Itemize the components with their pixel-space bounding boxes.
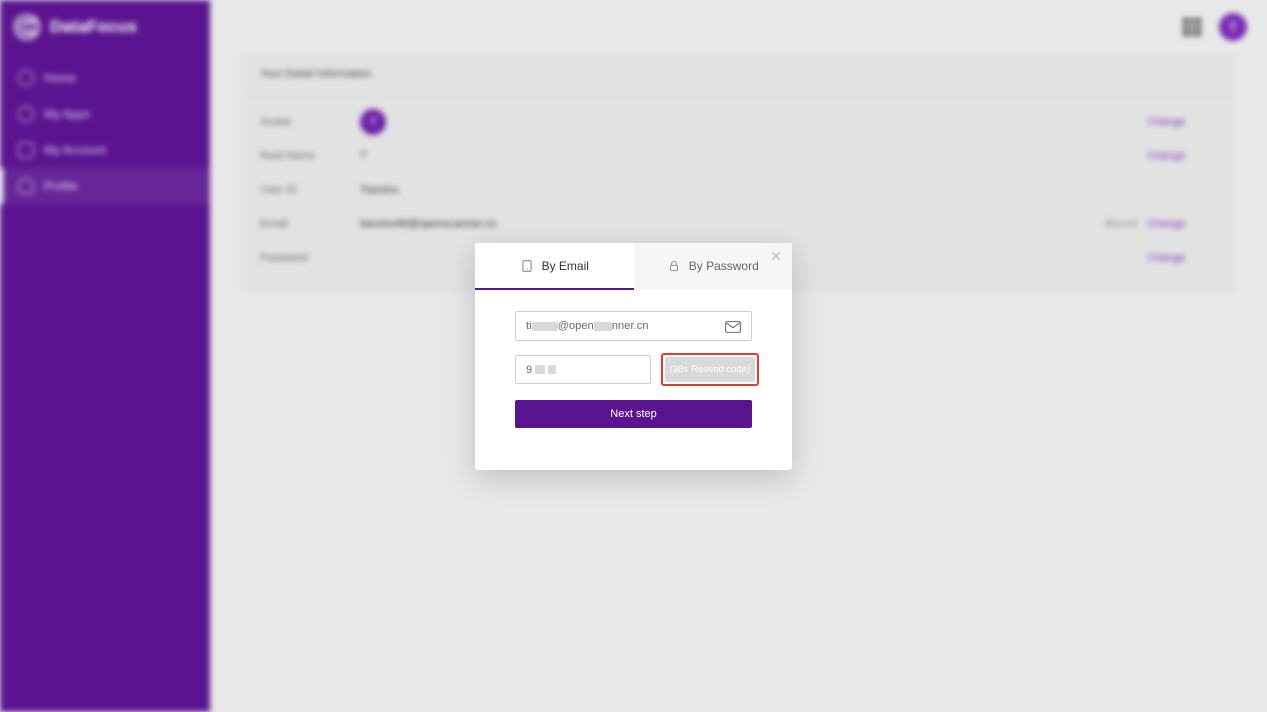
resend-highlight: (38s Resend code) [661, 353, 759, 386]
sidebar-item-label: Profile [44, 179, 78, 193]
home-icon [18, 70, 34, 86]
logo-icon [14, 14, 40, 40]
brand-name: DataFocus [50, 17, 137, 37]
sidebar-item-label: Home [44, 71, 76, 85]
sidebar-item-label: My Apps [44, 107, 90, 121]
sidebar-item-my-account[interactable]: My Account [0, 132, 210, 168]
tab-label: By Password [689, 259, 759, 273]
resend-code-button[interactable]: (38s Resend code) [665, 357, 755, 382]
row-label: Avatar [260, 116, 360, 128]
row-avatar: T [360, 109, 386, 135]
lock-icon [667, 259, 681, 273]
code-input[interactable]: 9 [515, 355, 651, 384]
row-label: Email [260, 218, 360, 230]
row-label: Real Name [260, 150, 360, 162]
sidebar: DataFocus Home My Apps My Account Profi [0, 0, 210, 712]
sidebar-item-profile[interactable]: Profile [0, 168, 210, 204]
row-label: Password [260, 252, 360, 264]
modal-tabs: By Email By Password [475, 243, 792, 289]
detail-row-realname: Real Name T Change [260, 139, 1217, 173]
email-tab-icon [520, 259, 534, 273]
mail-icon [725, 320, 741, 332]
row-value: tianshu98@openscanner.cn [360, 218, 1057, 230]
profile-icon [18, 178, 34, 194]
account-icon [18, 142, 34, 158]
next-step-button[interactable]: Next step [515, 400, 752, 428]
sidebar-item-my-apps[interactable]: My Apps [0, 96, 210, 132]
sidebar-nav: Home My Apps My Account Profile [0, 60, 210, 204]
sidebar-item-label: My Account [44, 143, 106, 157]
row-status: Bound [1057, 218, 1137, 230]
email-value: ti@opennner.cn [526, 320, 725, 332]
change-link[interactable]: Change [1137, 116, 1217, 128]
tab-by-email[interactable]: By Email [475, 243, 634, 289]
tab-label: By Email [542, 259, 589, 273]
detail-row-avatar: Avatar T Change [260, 105, 1217, 139]
sidebar-item-home[interactable]: Home [0, 60, 210, 96]
verify-modal: ✕ By Email By Password ti@opennner.cn [475, 243, 792, 470]
apps-icon [18, 106, 34, 122]
panel-title: Your Detail Information [242, 54, 1235, 95]
change-link[interactable]: Change [1137, 150, 1217, 162]
apps-grid-icon[interactable] [1183, 18, 1201, 36]
change-link[interactable]: Change [1137, 252, 1217, 264]
row-label: User ID [260, 184, 360, 196]
row-value: Tianshu [360, 184, 1057, 196]
detail-row-userid: User ID Tianshu [260, 173, 1217, 207]
brand: DataFocus [0, 0, 210, 54]
email-field[interactable]: ti@opennner.cn [515, 311, 752, 341]
row-value: T [360, 150, 1057, 162]
avatar[interactable]: T [1219, 13, 1247, 41]
detail-row-email: Email tianshu98@openscanner.cn Bound Cha… [260, 207, 1217, 241]
close-icon[interactable]: ✕ [768, 249, 784, 265]
change-link[interactable]: Change [1137, 218, 1217, 230]
topbar: T [210, 0, 1267, 54]
